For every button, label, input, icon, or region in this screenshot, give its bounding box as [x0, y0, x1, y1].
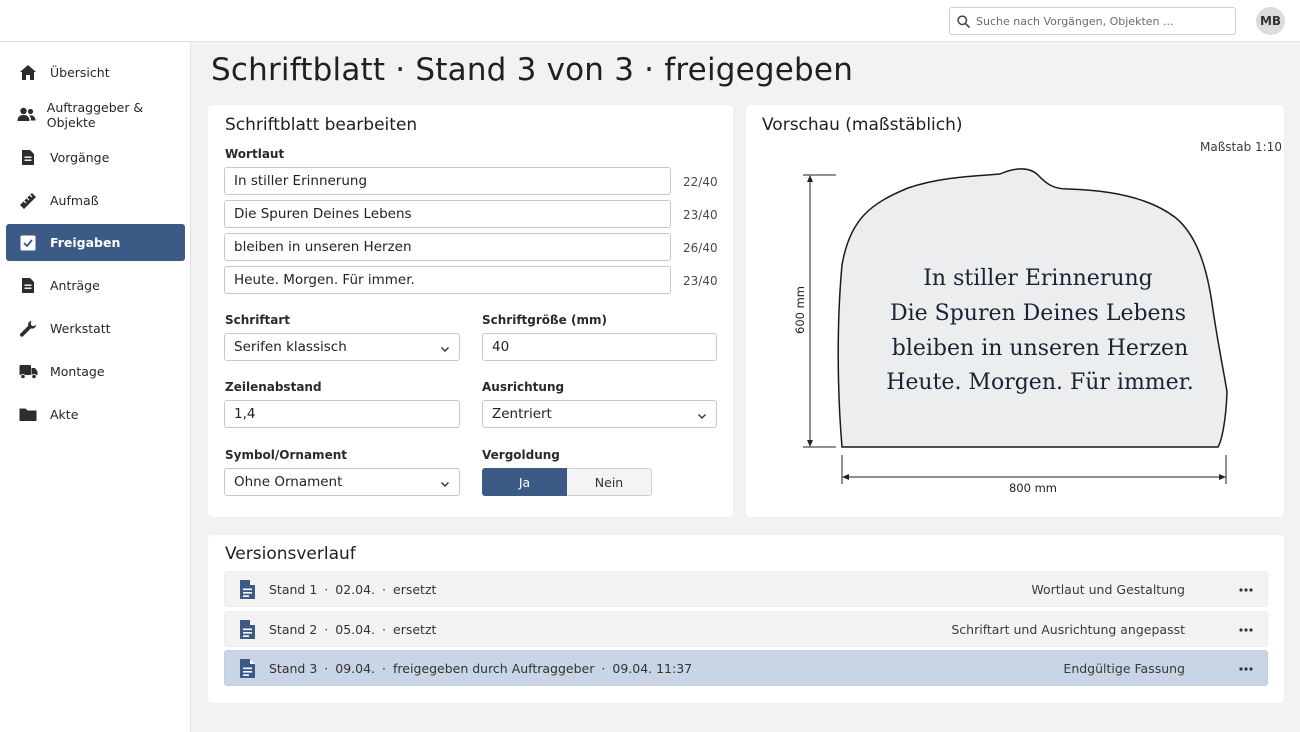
version-note: Endgültige Fassung [1063, 660, 1185, 676]
font-label: Schriftart [225, 313, 291, 327]
version-date: 09.04. [335, 660, 376, 676]
sidebar-item-label: Freigaben [50, 235, 121, 250]
more-icon[interactable] [1239, 661, 1253, 680]
preview-card [746, 105, 1284, 517]
chevron-down-icon [697, 409, 707, 425]
wording-line-2-counter: 23/40 [683, 208, 718, 222]
version-stand: Stand 2 [269, 621, 318, 637]
version-date: 05.04. [335, 621, 376, 637]
sidebar-item-label: Aufmaß [50, 193, 99, 208]
sidebar-item-montage[interactable]: Montage [6, 353, 185, 390]
versions-title: Versionsverlauf [225, 544, 356, 564]
checkbox-icon [6, 235, 50, 251]
sidebar-item-label: Werkstatt [50, 321, 111, 336]
version-summary: Stand 1 · 02.04. · ersetzt [269, 581, 437, 597]
sidebar-item-akte[interactable]: Akte [6, 396, 185, 433]
gilding-label: Vergoldung [482, 448, 560, 462]
sidebar: Übersicht Auftraggeber & Objekte Vorgäng… [0, 42, 191, 732]
more-icon[interactable] [1239, 582, 1253, 601]
document-icon [225, 658, 269, 679]
version-row-current[interactable]: Stand 3 · 09.04. · freigegeben durch Auftrag… [224, 650, 1268, 686]
version-note: Wortlaut und Gestaltung [1031, 581, 1185, 597]
editor-title: Schriftblatt bearbeiten [225, 115, 418, 135]
wording-line-2-input[interactable]: Die Spuren Deines Lebens [224, 200, 671, 228]
wording-label: Wortlaut [225, 147, 285, 161]
gilding-toggle: Ja Nein [482, 468, 653, 496]
spacing-label: Zeilenabstand [225, 380, 322, 394]
version-row[interactable]: Stand 2 · 05.04. · ersetzt Schriftart und Au… [224, 611, 1268, 647]
font-select[interactable]: Serifen klassisch [224, 333, 460, 361]
version-summary: Stand 2 · 05.04. · ersetzt [269, 621, 437, 637]
preview-title: Vorschau (maßstäblich) [762, 115, 963, 135]
font-select-value: Serifen klassisch [234, 339, 347, 355]
wording-line-1-input[interactable]: In stiller Erinnerung [224, 167, 671, 195]
sidebar-item-label: Übersicht [50, 65, 110, 80]
version-row[interactable]: Stand 1 · 02.04. · ersetzt Wortlaut und Gest… [224, 571, 1268, 607]
sidebar-item-label: Montage [50, 364, 105, 379]
wording-line-3-input[interactable]: bleiben in unseren Herzen [224, 233, 671, 261]
version-timestamp: 09.04. 11:37 [612, 660, 693, 676]
ruler-icon [6, 192, 50, 210]
version-date: 02.04. [335, 581, 376, 597]
top-bar: MB [0, 0, 1300, 42]
version-status: ersetzt [393, 621, 437, 637]
version-note: Schriftart und Ausrichtung angepasst [951, 621, 1185, 637]
document-icon [225, 619, 269, 640]
ornament-label: Symbol/Ornament [225, 448, 347, 462]
gilding-yes-button[interactable]: Ja [482, 468, 567, 496]
document-icon [225, 579, 269, 600]
user-avatar[interactable]: MB [1256, 7, 1285, 35]
spacing-input[interactable]: 1,4 [224, 400, 460, 428]
search-input[interactable] [976, 14, 1226, 28]
align-select[interactable]: Zentriert [482, 400, 717, 428]
sidebar-item-freigaben[interactable]: Freigaben [6, 224, 185, 261]
size-input[interactable]: 40 [482, 333, 717, 361]
sidebar-item-werkstatt[interactable]: Werkstatt [6, 310, 185, 347]
search-icon [950, 14, 976, 28]
sidebar-item-label: Vorgänge [50, 150, 110, 165]
sidebar-item-antraege[interactable]: Anträge [6, 267, 185, 304]
gilding-no-button[interactable]: Nein [567, 468, 652, 496]
sidebar-item-label: Auftraggeber & Objekte [46, 99, 144, 130]
version-stand: Stand 3 [269, 660, 318, 676]
chevron-down-icon [440, 477, 450, 493]
wording-line-3-counter: 26/40 [683, 241, 718, 255]
truck-icon [6, 364, 50, 379]
sidebar-item-label: Akte [50, 407, 79, 422]
more-icon[interactable] [1239, 622, 1253, 641]
size-label: Schriftgröße (mm) [482, 313, 607, 327]
align-select-value: Zentriert [492, 406, 552, 422]
wording-line-4-input[interactable]: Heute. Morgen. Für immer. [224, 266, 671, 294]
sidebar-item-auftraggeber[interactable]: Auftraggeber & Objekte [6, 96, 185, 133]
ornament-select[interactable]: Ohne Ornament [224, 468, 460, 496]
search-box[interactable] [949, 7, 1236, 35]
document-icon [6, 149, 50, 166]
wording-line-4-counter: 23/40 [683, 274, 718, 288]
version-status: freigegeben durch Auftraggeber [393, 660, 595, 676]
page-title: Schriftblatt · Stand 3 von 3 · freigegeb… [211, 52, 854, 88]
scale-label: Maßstab 1:10 [1200, 140, 1282, 154]
sidebar-item-vorgaenge[interactable]: Vorgänge [6, 139, 185, 176]
sidebar-item-label: Anträge [50, 278, 100, 293]
align-label: Ausrichtung [482, 380, 565, 394]
people-icon [6, 107, 47, 122]
folder-icon [6, 407, 50, 422]
document-icon [6, 277, 50, 294]
sidebar-item-uebersicht[interactable]: Übersicht [6, 54, 185, 91]
version-stand: Stand 1 [269, 581, 318, 597]
home-icon [6, 64, 50, 81]
sidebar-item-aufmass[interactable]: Aufmaß [6, 182, 185, 219]
wording-line-1-counter: 22/40 [683, 175, 718, 189]
wrench-icon [6, 320, 50, 338]
ornament-select-value: Ohne Ornament [234, 474, 343, 490]
version-status: ersetzt [393, 581, 437, 597]
version-summary: Stand 3 · 09.04. · freigegeben durch Auftrag… [269, 660, 693, 676]
chevron-down-icon [440, 342, 450, 358]
